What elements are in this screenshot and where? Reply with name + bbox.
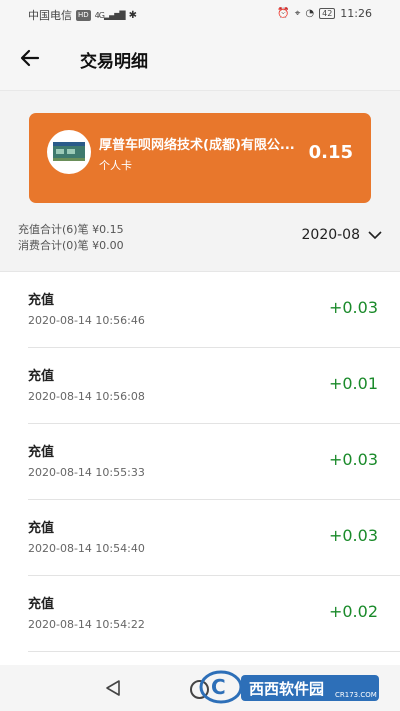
speed-icon: ◔ bbox=[305, 8, 315, 19]
transaction-type: 充值 bbox=[28, 521, 55, 536]
transaction-type: 充值 bbox=[28, 369, 55, 384]
transaction-type: 充值 bbox=[28, 445, 55, 460]
transaction-type: 充值 bbox=[28, 597, 55, 612]
carrier-name: 中国电信 bbox=[28, 9, 72, 22]
transaction-row[interactable]: 充值 2020-08-14 10:55:33 +0.03 bbox=[28, 424, 400, 500]
back-arrow-icon[interactable] bbox=[18, 46, 42, 70]
consume-total: 消费合计(0)笔 ¥0.00 bbox=[18, 239, 124, 252]
company-logo-icon bbox=[47, 130, 91, 174]
recharge-total: 充值合计(6)笔 ¥0.15 bbox=[18, 223, 124, 236]
card-company-name: 厚普车呗网络技术(成都)有限公... bbox=[99, 138, 295, 153]
month-selector[interactable]: 2020-08 bbox=[302, 227, 383, 243]
transaction-row[interactable]: 充值 2020-08-14 10:56:08 +0.01 bbox=[28, 348, 400, 424]
transaction-row[interactable]: 充值 2020-08-14 10:54:40 +0.03 bbox=[28, 500, 400, 576]
svg-text:西西软件园: 西西软件园 bbox=[249, 680, 324, 698]
clock: 11:26 bbox=[340, 7, 372, 20]
transaction-time: 2020-08-14 10:54:22 bbox=[28, 618, 145, 631]
transaction-amount: +0.03 bbox=[328, 450, 378, 469]
summary-section: 厚普车呗网络技术(成都)有限公... 个人卡 0.15 充值合计(6)笔 ¥0.… bbox=[0, 91, 400, 271]
location-icon: ⌖ bbox=[294, 8, 301, 19]
system-nav-bar: C 西西软件园 CR173.COM bbox=[0, 665, 400, 711]
transaction-type: 充值 bbox=[28, 293, 55, 308]
svg-text:C: C bbox=[211, 675, 226, 699]
signal-icon: 4G▂▄▆█ bbox=[94, 10, 126, 20]
network-type: 4G bbox=[94, 10, 105, 20]
transaction-amount: +0.03 bbox=[328, 298, 378, 317]
transaction-time: 2020-08-14 10:55:33 bbox=[28, 466, 145, 479]
membership-card[interactable]: 厚普车呗网络技术(成都)有限公... 个人卡 0.15 bbox=[29, 113, 371, 203]
card-type: 个人卡 bbox=[99, 159, 132, 172]
status-bar: 中国电信 HD 4G▂▄▆█ ✱ ⏰ ⌖ ◔ 42 11:26 bbox=[0, 0, 400, 28]
transaction-row[interactable]: 充值 2020-08-14 10:54:22 +0.02 bbox=[28, 576, 400, 652]
page-title: 交易明细 bbox=[80, 52, 148, 72]
app-header: 交易明细 bbox=[0, 28, 400, 91]
transaction-amount: +0.02 bbox=[328, 602, 378, 621]
transaction-amount: +0.03 bbox=[328, 526, 378, 545]
notification-icon: ✱ bbox=[128, 9, 137, 21]
battery-icon: 42 bbox=[319, 8, 336, 19]
svg-text:CR173.COM: CR173.COM bbox=[335, 691, 377, 699]
transaction-list: 充值 2020-08-14 10:56:46 +0.03 充值 2020-08-… bbox=[0, 271, 400, 652]
alarm-icon: ⏰ bbox=[277, 8, 290, 19]
transaction-amount: +0.01 bbox=[328, 374, 378, 393]
nav-back-icon[interactable] bbox=[104, 679, 122, 697]
transaction-time: 2020-08-14 10:56:46 bbox=[28, 314, 145, 327]
watermark-logo: C 西西软件园 CR173.COM bbox=[199, 670, 379, 704]
totals-summary: 充值合计(6)笔 ¥0.15 消费合计(0)笔 ¥0.00 bbox=[18, 222, 124, 254]
transaction-time: 2020-08-14 10:54:40 bbox=[28, 542, 145, 555]
transaction-time: 2020-08-14 10:56:08 bbox=[28, 390, 145, 403]
transaction-row[interactable]: 充值 2020-08-14 10:56:46 +0.03 bbox=[28, 272, 400, 348]
chevron-down-icon bbox=[368, 231, 382, 240]
card-balance: 0.15 bbox=[308, 142, 353, 163]
month-value: 2020-08 bbox=[301, 227, 361, 243]
hd-badge: HD bbox=[76, 9, 91, 21]
